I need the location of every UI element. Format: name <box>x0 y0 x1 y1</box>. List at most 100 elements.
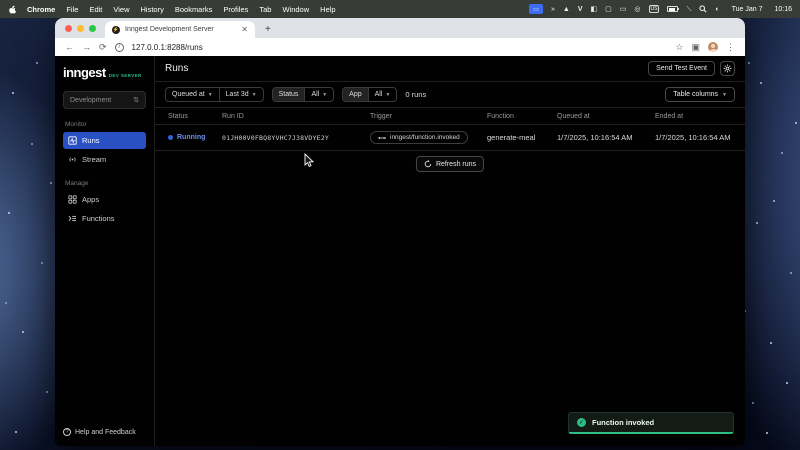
sidebar-item-runs[interactable]: Runs <box>63 132 146 149</box>
status-v-icon[interactable]: V <box>578 6 583 13</box>
menu-bar: Chrome File Edit View History Bookmarks … <box>0 0 800 18</box>
gear-icon <box>723 64 732 73</box>
screen-mirroring-icon[interactable]: ▭ <box>529 4 543 14</box>
time-filter-group: Queued at▼ Last 3d▼ <box>165 87 264 102</box>
menu-item-tab[interactable]: Tab <box>259 5 271 14</box>
spotlight-search-icon[interactable] <box>699 5 707 13</box>
run-function[interactable]: generate-meal <box>487 133 557 142</box>
connectivity-icon[interactable]: ⟍ <box>686 6 691 13</box>
menu-item-window[interactable]: Window <box>282 5 309 14</box>
send-test-event-button[interactable]: Send Test Event <box>648 61 715 76</box>
menubar-time: 10:16 <box>774 6 792 13</box>
filter-bar: Queued at▼ Last 3d▼ Status All▼ App <box>155 82 745 108</box>
apple-menu-icon[interactable] <box>8 4 17 14</box>
functions-icon <box>68 214 77 223</box>
run-status: Running <box>177 134 205 141</box>
input-source-badge[interactable]: US <box>649 5 660 13</box>
menu-item-help[interactable]: Help <box>320 5 335 14</box>
manage-section-label: Manage <box>65 180 146 187</box>
monitor-section-label: Monitor <box>65 121 146 128</box>
clipboard-icon[interactable]: ▢ <box>605 6 612 13</box>
updown-chevron-icon: ⇅ <box>133 96 139 104</box>
battery-icon[interactable] <box>667 6 678 12</box>
desktop: Chrome File Edit View History Bookmarks … <box>0 0 800 450</box>
run-queued-at: 1/7/2025, 10:16:54 AM <box>557 133 655 142</box>
status-triangle-icon[interactable]: ▲ <box>563 6 570 13</box>
browser-window: ⚡ Inngest Development Server ✕ + ← → ⟳ i… <box>55 18 745 446</box>
runs-icon <box>68 136 77 145</box>
menu-item-bookmarks[interactable]: Bookmarks <box>175 5 213 14</box>
trigger-badge[interactable]: inngest/function.invoked <box>370 131 468 144</box>
browser-tab[interactable]: ⚡ Inngest Development Server ✕ <box>105 21 255 38</box>
run-ended-at: 1/7/2025, 10:16:54 AM <box>655 133 745 142</box>
extensions-icon[interactable]: ▣ <box>691 43 700 52</box>
page-title: Runs <box>165 63 188 74</box>
minimize-window-button[interactable] <box>77 25 84 32</box>
close-window-button[interactable] <box>65 25 72 32</box>
chevron-down-icon: ▼ <box>208 92 213 98</box>
mouse-cursor <box>304 153 315 168</box>
run-id[interactable]: 01JH00V0FBQ8YVHC7J38VDYE2Y <box>222 134 370 142</box>
inngest-logo: inngest <box>63 65 106 80</box>
control-center-icon[interactable]: ◐ <box>715 6 719 13</box>
refresh-icon <box>424 160 432 168</box>
shortcuts-icon[interactable]: » <box>551 6 555 13</box>
sidebar-item-apps[interactable]: Apps <box>63 191 146 208</box>
app-filter-group: App All▼ <box>342 87 397 102</box>
help-and-feedback[interactable]: ? Help and Feedback <box>63 428 136 436</box>
menu-item-view[interactable]: View <box>113 5 129 14</box>
column-trigger[interactable]: Trigger <box>370 113 487 120</box>
menu-item-profiles[interactable]: Profiles <box>223 5 248 14</box>
site-info-icon[interactable]: i <box>115 43 124 52</box>
table-header: Status Run ID Trigger Function Queued at… <box>155 108 745 125</box>
settings-button[interactable] <box>720 61 735 76</box>
back-icon[interactable]: ← <box>65 43 74 52</box>
app-filter-value[interactable]: All▼ <box>368 88 397 101</box>
profile-avatar[interactable] <box>708 42 718 52</box>
tab-close-icon[interactable]: ✕ <box>241 25 248 34</box>
window-layout-icon[interactable]: ◧ <box>591 6 598 13</box>
inngest-favicon: ⚡ <box>112 26 120 34</box>
chevron-down-icon: ▼ <box>385 92 390 98</box>
queued-at-filter[interactable]: Queued at▼ <box>166 88 219 101</box>
forward-icon[interactable]: → <box>82 43 91 52</box>
app-content: inngest DEV SERVER Development ⇅ Monitor… <box>55 56 745 446</box>
menu-item-file[interactable]: File <box>66 5 78 14</box>
refresh-runs-button[interactable]: Refresh runs <box>416 156 484 172</box>
apps-icon <box>68 195 77 204</box>
toast-notification: ✓ Function invoked <box>568 412 734 434</box>
reload-icon[interactable]: ⟳ <box>99 43 107 52</box>
column-run-id[interactable]: Run ID <box>222 113 370 120</box>
environment-selector[interactable]: Development ⇅ <box>63 91 146 109</box>
sidebar-item-functions[interactable]: Functions <box>63 210 146 227</box>
column-function[interactable]: Function <box>487 113 557 120</box>
menubar-date[interactable]: Tue Jan 7 <box>732 6 763 13</box>
sidebar-item-stream[interactable]: Stream <box>63 151 146 168</box>
menu-item-history[interactable]: History <box>141 5 164 14</box>
sidebar: inngest DEV SERVER Development ⇅ Monitor… <box>55 56 155 446</box>
chevron-down-icon: ▼ <box>322 92 327 98</box>
main-panel: Runs Send Test Event <box>155 56 745 446</box>
column-ended-at[interactable]: Ended at <box>655 113 745 120</box>
toast-message: Function invoked <box>592 418 654 427</box>
column-status[interactable]: Status <box>155 113 222 120</box>
browser-menu-icon[interactable]: ⋮ <box>726 43 735 52</box>
table-columns-button[interactable]: Table columns▼ <box>665 87 735 102</box>
bookmark-star-icon[interactable]: ☆ <box>675 43 683 52</box>
new-tab-button[interactable]: + <box>255 24 281 38</box>
time-range-filter[interactable]: Last 3d▼ <box>219 88 263 101</box>
menu-item-edit[interactable]: Edit <box>89 5 102 14</box>
status-filter-value[interactable]: All▼ <box>304 88 333 101</box>
running-status-dot <box>168 135 173 140</box>
stream-icon <box>68 155 77 164</box>
fullscreen-window-button[interactable] <box>89 25 96 32</box>
tab-strip: ⚡ Inngest Development Server ✕ + <box>55 18 745 38</box>
menu-item-chrome[interactable]: Chrome <box>27 5 55 14</box>
url-field[interactable]: 127.0.0.1:8288/runs <box>132 43 668 52</box>
help-icon: ? <box>63 428 71 436</box>
display-icon[interactable]: ▭ <box>620 6 627 13</box>
column-queued-at[interactable]: Queued at <box>557 113 655 120</box>
table-row[interactable]: Running 01JH00V0FBQ8YVHC7J38VDYE2Y innge… <box>155 125 745 151</box>
play-status-icon[interactable]: ◎ <box>634 6 640 13</box>
success-check-icon: ✓ <box>577 418 586 427</box>
